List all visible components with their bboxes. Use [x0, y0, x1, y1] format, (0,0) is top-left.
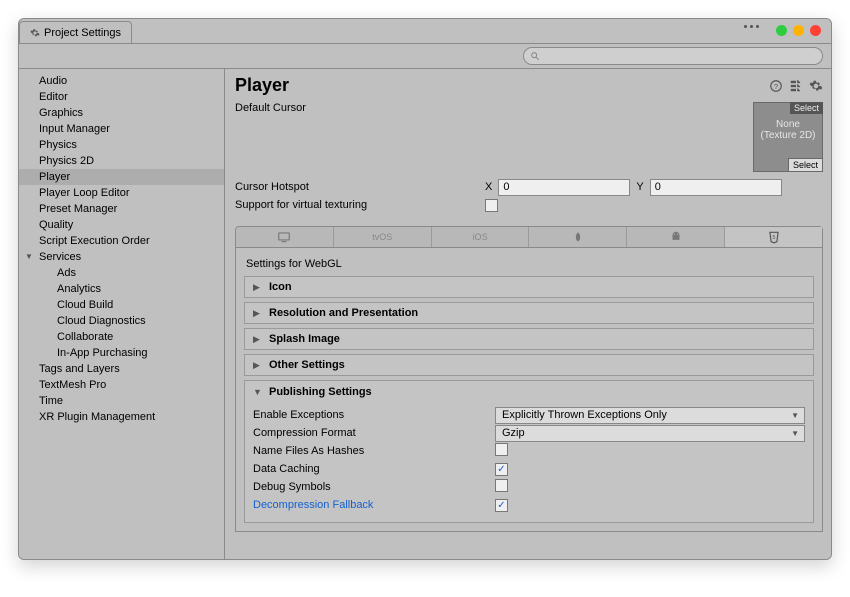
sidebar-item[interactable]: Audio [19, 73, 224, 89]
foldout-resolution[interactable]: ▶Resolution and Presentation [244, 302, 814, 324]
platform-tab-tvos[interactable]: tvOS [334, 227, 432, 247]
settings-gear-icon[interactable] [809, 79, 823, 93]
platform-tabs: tvOS iOS 5 [235, 226, 823, 248]
sidebar-item[interactable]: Player [19, 169, 224, 185]
sidebar-item[interactable]: Analytics [19, 281, 224, 297]
sidebar-item[interactable]: Tags and Layers [19, 361, 224, 377]
platform-tab-lumin[interactable] [529, 227, 627, 247]
platform-tab-ios[interactable]: iOS [432, 227, 530, 247]
toolbar [19, 43, 831, 69]
window-tab[interactable]: Project Settings [19, 21, 132, 43]
hotspot-x-input[interactable] [498, 179, 630, 196]
sidebar-item[interactable]: Input Manager [19, 121, 224, 137]
publishing-settings-body: Enable Exceptions Explicitly Thrown Exce… [244, 402, 814, 523]
foldout-publishing[interactable]: ▼Publishing Settings [244, 380, 814, 402]
enable-exceptions-dropdown[interactable]: Explicitly Thrown Exceptions Only▼ [495, 407, 805, 424]
sidebar-item[interactable]: Services [19, 249, 224, 265]
platform-tab-webgl[interactable]: 5 [725, 227, 822, 247]
sidebar-item[interactable]: Quality [19, 217, 224, 233]
sidebar-item[interactable]: Time [19, 393, 224, 409]
help-icon[interactable]: ? [769, 79, 783, 93]
sidebar-item[interactable]: Script Execution Order [19, 233, 224, 249]
preset-icon[interactable] [789, 79, 803, 93]
debug-symbols-checkbox[interactable] [495, 479, 508, 492]
decompression-fallback-checkbox[interactable]: ✓ [495, 499, 508, 512]
sidebar-item[interactable]: Collaborate [19, 329, 224, 345]
project-settings-window: Project Settings AudioEditorGraphicsInpu… [18, 18, 832, 560]
window-menu-icon[interactable] [744, 25, 759, 28]
svg-text:5: 5 [772, 235, 775, 241]
cursor-hotspot-label: Cursor Hotspot [235, 181, 485, 193]
titlebar: Project Settings [19, 19, 831, 43]
decompression-fallback-label: Decompression Fallback [253, 499, 495, 511]
foldout-splash[interactable]: ▶Splash Image [244, 328, 814, 350]
window-controls [776, 25, 821, 36]
select-button-top[interactable]: Select [790, 102, 823, 114]
sidebar[interactable]: AudioEditorGraphicsInput ManagerPhysicsP… [19, 69, 225, 559]
virtual-texturing-label: Support for virtual texturing [235, 199, 485, 211]
name-files-checkbox[interactable] [495, 443, 508, 456]
sidebar-item[interactable]: Physics [19, 137, 224, 153]
data-caching-label: Data Caching [253, 463, 495, 475]
settings-for-label: Settings for WebGL [244, 254, 814, 276]
search-input[interactable] [544, 51, 816, 62]
default-cursor-label: Default Cursor [235, 102, 485, 114]
default-cursor-field[interactable]: Select None (Texture 2D) Select [753, 102, 823, 172]
select-button-bottom[interactable]: Select [788, 158, 823, 172]
sidebar-item[interactable]: Cloud Build [19, 297, 224, 313]
search-icon [530, 51, 540, 61]
sidebar-item[interactable]: Preset Manager [19, 201, 224, 217]
svg-text:?: ? [774, 81, 778, 90]
platform-tab-standalone[interactable] [236, 227, 334, 247]
x-label: X [485, 181, 492, 193]
search-field[interactable] [523, 47, 823, 65]
window-title: Project Settings [44, 27, 121, 39]
sidebar-item[interactable]: In-App Purchasing [19, 345, 224, 361]
close-button[interactable] [810, 25, 821, 36]
compression-format-dropdown[interactable]: Gzip▼ [495, 425, 805, 442]
maximize-button[interactable] [793, 25, 804, 36]
sidebar-item[interactable]: Physics 2D [19, 153, 224, 169]
main-panel: Player ? Default Cursor Select None (Tex… [225, 69, 831, 559]
sidebar-item[interactable]: Graphics [19, 105, 224, 121]
cursor-type-label: (Texture 2D) [754, 130, 822, 141]
page-title: Player [235, 75, 289, 96]
foldout-icon[interactable]: ▶Icon [244, 276, 814, 298]
sidebar-item[interactable]: Editor [19, 89, 224, 105]
y-label: Y [636, 181, 643, 193]
sidebar-item[interactable]: Ads [19, 265, 224, 281]
enable-exceptions-label: Enable Exceptions [253, 409, 495, 421]
debug-symbols-label: Debug Symbols [253, 481, 495, 493]
foldout-other[interactable]: ▶Other Settings [244, 354, 814, 376]
platform-tab-android[interactable] [627, 227, 725, 247]
cursor-none-label: None [754, 119, 822, 130]
hotspot-y-input[interactable] [650, 179, 782, 196]
sidebar-item[interactable]: Player Loop Editor [19, 185, 224, 201]
gear-icon [30, 28, 40, 38]
sidebar-item[interactable]: XR Plugin Management [19, 409, 224, 425]
compression-format-label: Compression Format [253, 427, 495, 439]
sidebar-item[interactable]: Cloud Diagnostics [19, 313, 224, 329]
name-files-label: Name Files As Hashes [253, 445, 495, 457]
data-caching-checkbox[interactable]: ✓ [495, 463, 508, 476]
virtual-texturing-checkbox[interactable] [485, 199, 498, 212]
sidebar-item[interactable]: TextMesh Pro [19, 377, 224, 393]
minimize-button[interactable] [776, 25, 787, 36]
